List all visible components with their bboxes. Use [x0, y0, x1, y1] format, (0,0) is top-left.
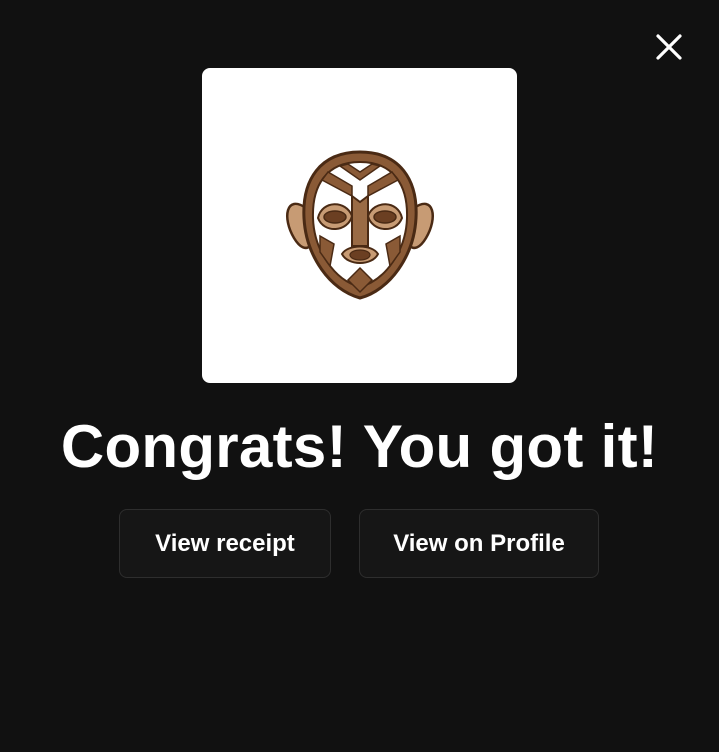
nft-artwork-card [202, 68, 517, 383]
success-modal: Congrats! You got it! View receipt View … [0, 0, 719, 752]
success-headline: Congrats! You got it! [60, 413, 659, 480]
view-on-profile-button[interactable]: View on Profile [359, 509, 599, 578]
view-receipt-button[interactable]: View receipt [119, 509, 331, 578]
tribal-mask-icon [286, 150, 434, 300]
close-button[interactable] [651, 29, 687, 65]
close-icon [656, 34, 682, 60]
